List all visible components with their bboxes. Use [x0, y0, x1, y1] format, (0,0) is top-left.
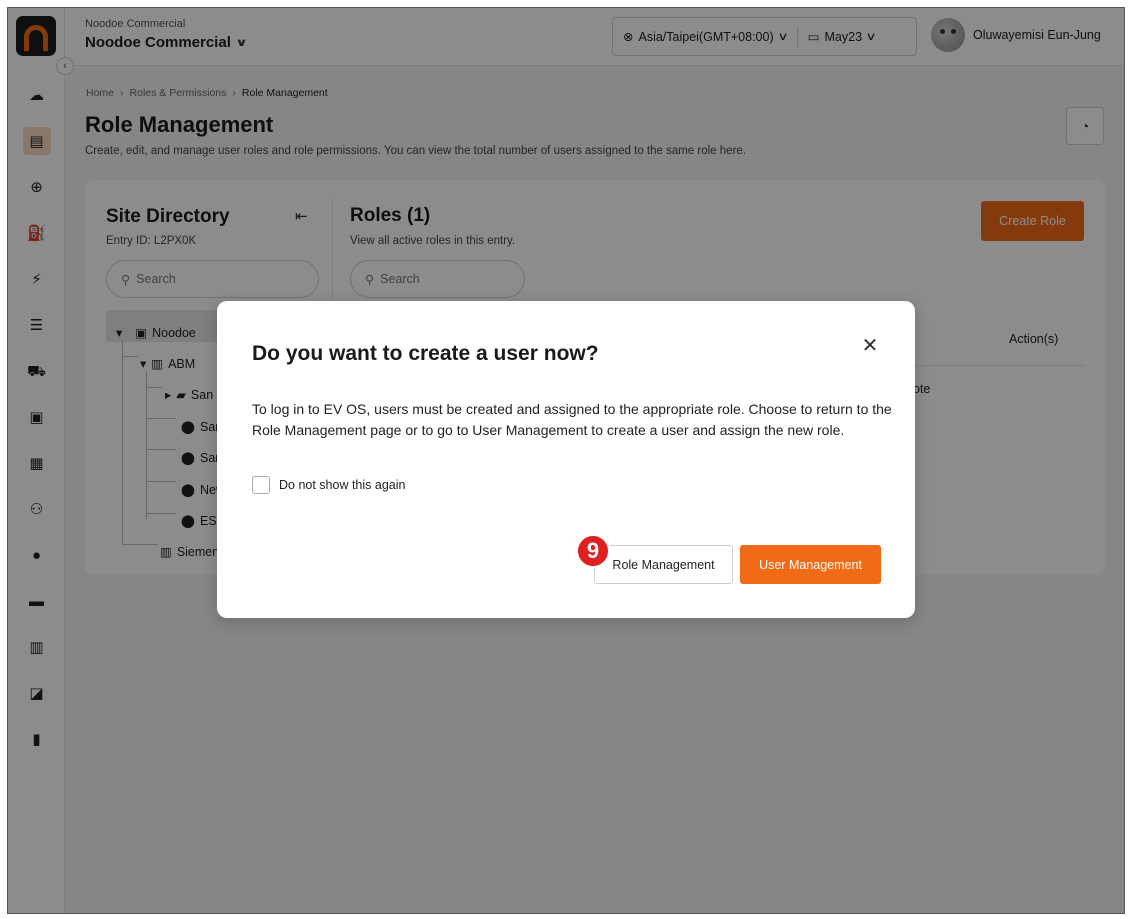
- dialog-title: Do you want to create a user now?: [252, 342, 599, 365]
- checkbox-label: Do not show this again: [279, 478, 406, 492]
- dialog-body: To log in to EV OS, users must be create…: [252, 401, 892, 438]
- role-management-button[interactable]: Role Management: [594, 545, 733, 584]
- user-management-button[interactable]: User Management: [740, 545, 881, 584]
- step-number-badge: 9: [576, 534, 610, 568]
- create-user-dialog: Do you want to create a user now? ✕ To l…: [217, 301, 915, 618]
- do-not-show-checkbox-row[interactable]: Do not show this again: [252, 476, 405, 494]
- do-not-show-checkbox[interactable]: [252, 476, 270, 494]
- close-icon[interactable]: ✕: [859, 334, 881, 357]
